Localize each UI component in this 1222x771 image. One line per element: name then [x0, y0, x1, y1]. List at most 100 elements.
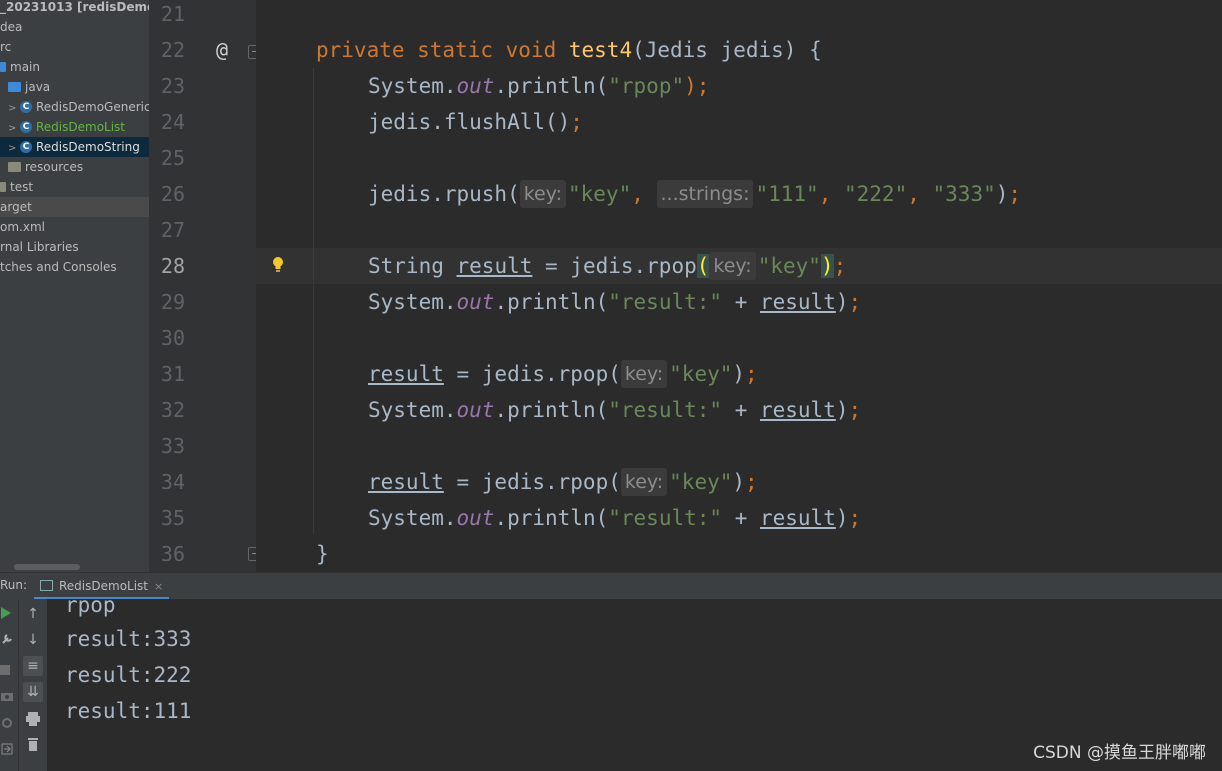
code-punct: ;: [848, 290, 862, 314]
line-number: 21: [160, 2, 185, 26]
exit-icon[interactable]: [0, 743, 14, 755]
tree-item-label: resources: [25, 160, 84, 174]
code-text: System.: [368, 398, 457, 422]
tree-item-src[interactable]: rc: [0, 37, 11, 57]
string-literal: "key": [757, 254, 821, 278]
code-text: ): [995, 182, 1009, 206]
code-line-34[interactable]: result = jedis.rpop(key: "key");: [368, 464, 758, 500]
console-line: result:333: [65, 627, 192, 651]
static-field: out: [456, 74, 495, 98]
wrench-icon[interactable]: [0, 633, 14, 645]
code-text: jedis.rpush(: [368, 182, 520, 206]
code-text: .println(: [494, 398, 609, 422]
chevron-right-icon[interactable]: >: [8, 99, 20, 119]
code-line-26[interactable]: jedis.rpush(key: "key", ...strings: "111",…: [368, 176, 1021, 212]
tree-item-label: RedisDemoString: [36, 140, 140, 154]
tree-item-test[interactable]: test: [0, 177, 33, 197]
code-editor[interactable]: private static void test4(Jedis jedis) {…: [256, 0, 1222, 572]
editor-gutter: 21 22 23 24 25 26 27 28 29 30 31 32 33 3…: [149, 0, 262, 572]
parameter-hint: key:: [620, 468, 668, 496]
code-text: = jedis.rpop(: [443, 470, 621, 494]
code-line-29[interactable]: System.out.println("result:" + result);: [368, 284, 861, 320]
variable: result: [759, 398, 836, 422]
project-tool-window: _20231013 [redisDemo] D dea rc main java…: [0, 0, 149, 572]
code-text: = jedis.rpop(: [443, 362, 621, 386]
variable: result: [368, 362, 444, 386]
tree-item-external-libraries[interactable]: rnal Libraries: [0, 237, 79, 257]
code-text: +: [722, 290, 760, 314]
project-root[interactable]: _20231013 [redisDemo] D: [0, 0, 149, 17]
variable: result: [368, 470, 444, 494]
close-icon[interactable]: ×: [154, 580, 163, 593]
variable: result: [759, 290, 836, 314]
run-tool-window-header: Run: RedisDemoList ×: [0, 572, 1222, 600]
indent-guide: [313, 68, 314, 534]
folder-icon: [0, 62, 6, 72]
tree-item-label: main: [10, 60, 40, 74]
run-tab-redisdemolist[interactable]: RedisDemoList ×: [34, 573, 170, 600]
tree-item-redisdemostring[interactable]: > RedisDemoString: [0, 137, 149, 157]
code-line-24[interactable]: jedis.flushAll();: [368, 104, 583, 140]
tree-item-pom[interactable]: om.xml: [0, 217, 45, 237]
code-line-23[interactable]: System.out.println("rpop");: [368, 68, 709, 104]
chevron-right-icon[interactable]: >: [8, 119, 20, 139]
print-icon[interactable]: [23, 709, 43, 729]
code-text: .println(: [494, 506, 609, 530]
watermark: CSDN @摸鱼王胖嘟嘟: [1033, 743, 1206, 763]
code-line-28[interactable]: String result = jedis.rpop(key: "key");: [368, 248, 846, 284]
soft-wrap-icon[interactable]: ≡: [23, 656, 43, 676]
tree-item-label: om.xml: [0, 220, 45, 234]
camera-icon[interactable]: [0, 691, 14, 701]
code-text: ): [835, 506, 849, 530]
tree-item-main[interactable]: main: [0, 57, 40, 77]
line-number: 24: [160, 110, 185, 134]
console-output[interactable]: rpop result:333 result:222 result:111 CS…: [47, 599, 1222, 771]
string-literal: "rpop": [608, 74, 685, 98]
tree-item-redisdemogeneric[interactable]: > RedisDemoGeneric: [8, 97, 149, 117]
line-number: 27: [160, 218, 185, 242]
tree-item-redisdemolist[interactable]: > RedisDemoList: [8, 117, 125, 137]
tree-item-java[interactable]: java: [8, 77, 50, 97]
lightbulb-icon[interactable]: [270, 255, 286, 275]
rerun-icon[interactable]: [0, 607, 14, 619]
parameter-hint: key:: [709, 252, 756, 280]
line-number: 23: [160, 74, 185, 98]
method-name: test4: [568, 38, 633, 62]
horizontal-scrollbar[interactable]: [14, 564, 80, 570]
code-line-22[interactable]: private static void test4(Jedis jedis) {: [316, 32, 822, 68]
stop-icon[interactable]: [0, 665, 10, 675]
override-icon[interactable]: @: [216, 38, 228, 62]
code-text: System.: [368, 506, 457, 530]
tree-item-label: java: [25, 80, 51, 94]
code-line-35[interactable]: System.out.println("result:" + result);: [368, 500, 861, 536]
line-number: 34: [160, 470, 185, 494]
code-text: ): [732, 470, 746, 494]
console-tab-icon: [40, 580, 53, 591]
tree-item-target[interactable]: arget: [0, 197, 149, 217]
scroll-to-end-icon[interactable]: ⇊: [23, 682, 43, 702]
code-text: +: [722, 398, 760, 422]
code-line-36[interactable]: }: [316, 536, 329, 572]
code-text: }: [316, 542, 329, 566]
run-label: Run:: [0, 578, 28, 592]
keyword: private static void: [316, 38, 569, 62]
code-text: ): [835, 290, 849, 314]
console-line: rpop: [65, 599, 116, 617]
code-line-31[interactable]: result = jedis.rpop(key: "key");: [368, 356, 758, 392]
code-text: System.: [368, 74, 457, 98]
code-punct: ;: [1008, 182, 1022, 206]
code-punct: ;: [745, 362, 758, 386]
arrow-up-icon[interactable]: ↑: [23, 604, 43, 624]
trash-icon[interactable]: [23, 735, 43, 755]
string-literal: "111": [755, 182, 819, 206]
arrow-down-icon[interactable]: ↓: [23, 630, 43, 650]
project-title: _20231013 [redisDemo]: [0, 0, 149, 14]
tree-item-idea[interactable]: dea: [0, 17, 22, 37]
settings-icon[interactable]: [0, 717, 14, 729]
chevron-right-icon[interactable]: >: [8, 139, 20, 159]
code-punct: ;: [848, 398, 862, 422]
tree-item-scratches[interactable]: tches and Consoles: [0, 257, 117, 277]
tree-item-resources[interactable]: resources: [8, 157, 83, 177]
code-line-32[interactable]: System.out.println("result:" + result);: [368, 392, 861, 428]
tree-item-label: test: [10, 180, 34, 194]
